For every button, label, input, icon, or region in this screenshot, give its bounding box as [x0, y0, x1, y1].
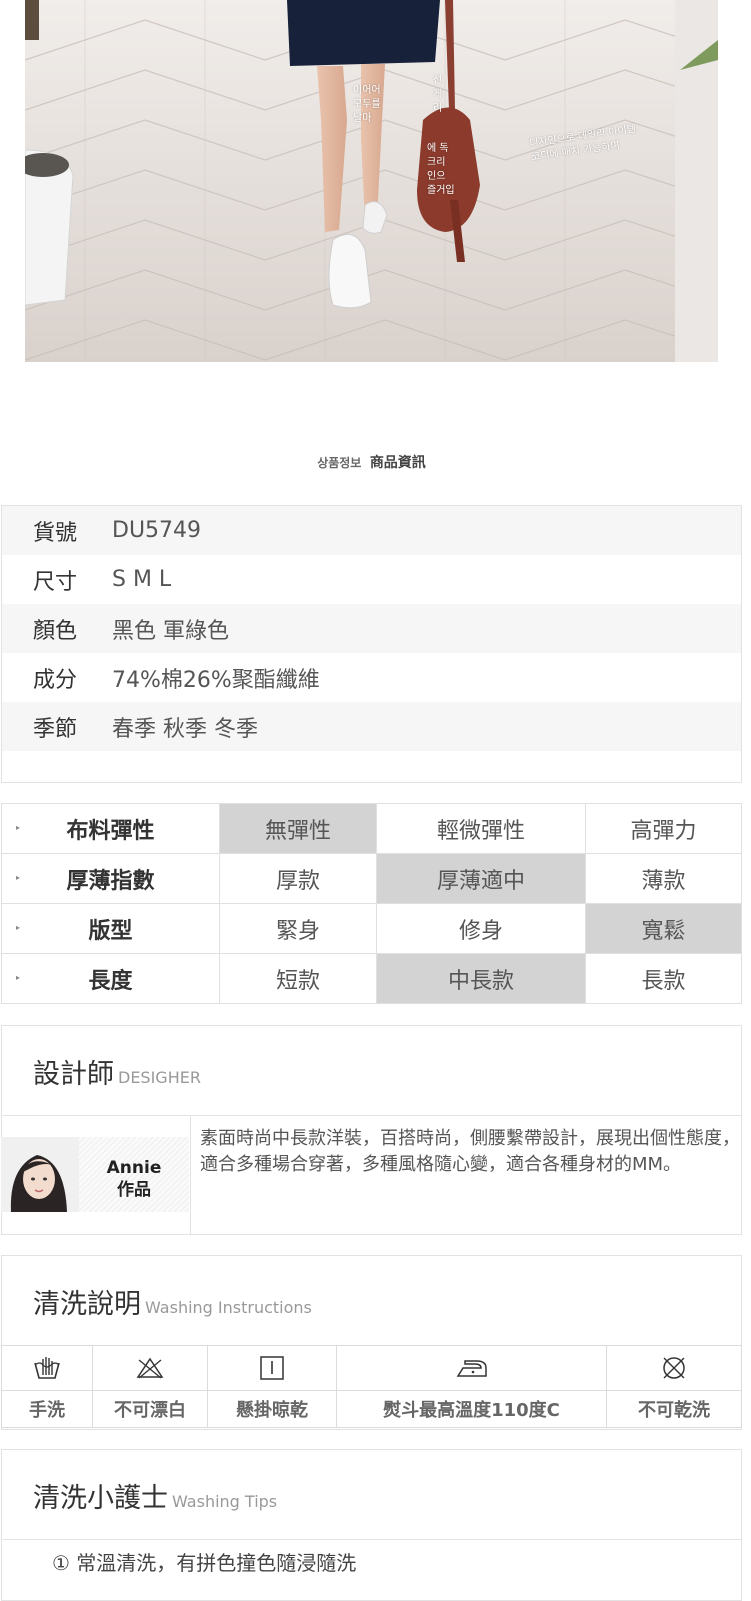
washing-label: 不可乾洗 — [606, 1390, 742, 1428]
spec-value: 春季 秋季 冬季 — [112, 716, 258, 742]
fabric-option: 厚款 — [219, 853, 377, 904]
washing-icons-row — [1, 1345, 742, 1391]
fabric-row: ▸ 長度 短款 中長款 長款 — [1, 953, 742, 1004]
spec-label: 成分 — [33, 667, 78, 693]
fabric-option-selected: 厚薄適中 — [376, 853, 586, 904]
photo-caption-left: 이어어 모두를 날마 — [353, 85, 381, 124]
spec-value: 74%棉26%聚酯纖維 — [112, 667, 320, 693]
fabric-attr-name: ▸ 長度 — [1, 953, 220, 1004]
fabric-option-selected: 寬鬆 — [585, 903, 742, 954]
divider — [2, 1115, 741, 1116]
fabric-option: 薄款 — [585, 853, 742, 904]
spec-row-item-no: 貨號 DU5749 — [2, 506, 741, 555]
spec-row-material: 成分 74%棉26%聚酯纖維 — [2, 653, 741, 702]
washing-tips-title-en: Washing Tips — [172, 1492, 278, 1511]
fabric-attr-name: ▸ 布料彈性 — [1, 803, 220, 854]
fabric-option: 短款 — [219, 953, 377, 1004]
designer-description: 素面時尚中長款洋裝，百搭時尚，側腰繫帶設計，展現出個性態度，適合多種場合穿著，多… — [200, 1128, 740, 1175]
washing-label: 熨斗最高溫度110度C — [336, 1390, 607, 1428]
fabric-row: ▸ 版型 緊身 修身 寬鬆 — [1, 903, 742, 954]
spec-label: 尺寸 — [33, 569, 78, 595]
fabric-attributes-table: ▸ 布料彈性 無彈性 輕微彈性 高彈力 ▸ 厚薄指數 厚款 厚薄適中 薄款 ▸ 版型 … — [1, 803, 742, 1004]
washing-tips-heading: 清洗小護士 Washing Tips — [33, 1476, 277, 1515]
iron-icon — [456, 1360, 487, 1377]
designer-title: 設計師 — [33, 1059, 114, 1090]
washing-label: 手洗 — [1, 1390, 93, 1428]
fabric-attr-name: ▸ 厚薄指數 — [1, 853, 220, 904]
bullet-icon: ▸ — [16, 973, 21, 982]
designer-heading: 設計師 DESIGHER — [33, 1052, 201, 1091]
washing-tips-section: 清洗小護士 Washing Tips — [1, 1449, 742, 1601]
photo-caption-middle: 선 게 리 — [433, 75, 443, 114]
fabric-option: 修身 — [376, 903, 586, 954]
washing-title-en: Washing Instructions — [145, 1298, 312, 1317]
spec-label: 顏色 — [33, 618, 78, 644]
washing-table: 手洗 不可漂白 懸掛晾乾 熨斗最高溫度110度C 不可乾洗 — [1, 1345, 742, 1428]
photo-caption-lower: 에 독 크리 인으 즐거입 — [427, 143, 455, 196]
washing-heading: 清洗說明 Washing Instructions — [33, 1282, 312, 1321]
bullet-icon: ▸ — [16, 923, 21, 932]
washing-tips-title: 清洗小護士 — [33, 1483, 168, 1514]
fabric-option: 長款 — [585, 953, 742, 1004]
hand-wash-icon — [34, 1357, 60, 1379]
designer-photo — [1, 1137, 79, 1212]
fabric-option: 緊身 — [219, 903, 377, 954]
product-photo: 이어어 모두를 날마 선 게 리 에 독 크리 인으 즐거입 디자인으로 데일리… — [25, 0, 718, 362]
fabric-row: ▸ 厚薄指數 厚款 厚薄適中 薄款 — [1, 853, 742, 904]
washing-label: 懸掛晾乾 — [207, 1390, 337, 1428]
fabric-attr-name: ▸ 版型 — [1, 903, 220, 954]
washing-labels-row: 手洗 不可漂白 懸掛晾乾 熨斗最高溫度110度C 不可乾洗 — [1, 1390, 742, 1428]
fabric-option-selected: 無彈性 — [219, 803, 377, 854]
bullet-icon: ▸ — [16, 873, 21, 882]
fabric-option: 輕微彈性 — [376, 803, 586, 854]
product-info-title-chinese: 商品資訊 — [369, 455, 426, 471]
washing-tip-item: ① 常溫清洗，有拼色撞色隨浸隨洗 — [52, 1551, 357, 1575]
product-info-title: 상품정보 商品資訊 — [0, 452, 743, 472]
spec-row-season: 季節 春季 秋季 冬季 — [2, 702, 741, 751]
spec-row-color: 顏色 黑色 軍綠色 — [2, 604, 741, 653]
spec-label: 季節 — [33, 716, 78, 742]
fabric-option-selected: 中長款 — [376, 953, 586, 1004]
designer-title-en: DESIGHER — [118, 1068, 201, 1087]
spec-row-size: 尺寸 S M L — [2, 555, 741, 604]
divider — [2, 1539, 741, 1540]
washing-label: 不可漂白 — [92, 1390, 208, 1428]
spec-value: 黑色 軍綠色 — [112, 618, 229, 644]
product-info-title-korean: 상품정보 — [317, 456, 362, 470]
fabric-option: 高彈力 — [585, 803, 742, 854]
washing-title: 清洗說明 — [33, 1289, 141, 1320]
spec-label: 貨號 — [33, 520, 78, 546]
no-bleach-icon — [136, 1357, 164, 1379]
spec-value: DU5749 — [112, 518, 202, 543]
designer-name: Annie 作品 — [106, 1158, 162, 1200]
hang-dry-icon — [260, 1356, 284, 1380]
divider — [190, 1115, 191, 1234]
bullet-icon: ▸ — [16, 823, 21, 832]
spec-value: S M L — [112, 567, 172, 592]
spec-table: 貨號 DU5749 尺寸 S M L 顏色 黑色 軍綠色 成分 74%棉26%聚… — [1, 505, 742, 783]
no-dry-clean-icon — [663, 1357, 685, 1379]
fabric-row: ▸ 布料彈性 無彈性 輕微彈性 高彈力 — [1, 803, 742, 854]
